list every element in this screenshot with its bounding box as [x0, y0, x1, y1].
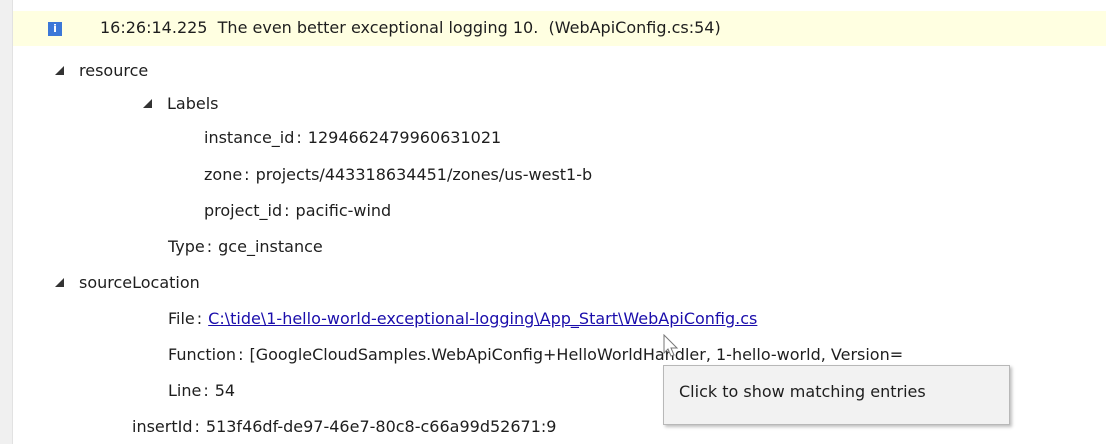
tree-node-sourcelocation[interactable]: sourceLocation: [55, 272, 200, 294]
field-value[interactable]: 1294662479960631021: [308, 128, 501, 147]
log-source: (WebApiConfig.cs:54): [548, 18, 721, 37]
tree-node-labels[interactable]: Labels: [143, 93, 219, 115]
field-key: Type: [168, 237, 205, 256]
field-file: File: C:\tide\1-hello-world-exceptional-l…: [168, 309, 758, 328]
field-project-id: project_id: pacific-wind: [204, 201, 392, 220]
tree-label-labels: Labels: [167, 94, 219, 113]
field-key: Function: [168, 345, 237, 364]
field-line: Line:54: [168, 381, 236, 400]
field-value[interactable]: 513f46df-de97-46e7-80c8-c66a99d52671:9: [206, 417, 557, 436]
tree-label-resource: resource: [79, 61, 149, 80]
field-key: instance_id: [204, 128, 295, 147]
collapse-triangle-icon[interactable]: [55, 66, 65, 76]
field-key: File: [168, 309, 195, 328]
mouse-pointer-icon: [663, 334, 679, 357]
tooltip-text: Click to show matching entries: [679, 382, 926, 401]
log-entry-header[interactable]: i 16:26:14.225 The even better exception…: [13, 11, 1106, 46]
field-value[interactable]: [GoogleCloudSamples.WebApiConfig+HelloWo…: [249, 345, 903, 364]
tree-label-sourcelocation: sourceLocation: [79, 273, 200, 292]
tree-node-resource[interactable]: resource: [55, 60, 148, 82]
field-function: Function: [GoogleCloudSamples.WebApiConfi…: [168, 345, 904, 364]
tooltip: Click to show matching entries: [663, 365, 1010, 425]
field-value[interactable]: 54: [215, 381, 235, 400]
file-link[interactable]: C:\tide\1-hello-world-exceptional-loggin…: [208, 309, 757, 328]
field-value[interactable]: pacific-wind: [296, 201, 392, 220]
collapse-triangle-icon[interactable]: [143, 99, 153, 109]
log-message: The even better exceptional logging 10.: [217, 18, 539, 37]
info-icon: i: [48, 22, 62, 36]
collapse-triangle-icon[interactable]: [55, 278, 65, 288]
field-key: Line: [168, 381, 202, 400]
log-entry-summary: 16:26:14.225 The even better exceptional…: [100, 18, 721, 37]
field-key: insertId: [132, 417, 193, 436]
field-type: Type: gce_instance: [168, 237, 323, 256]
field-zone: zone: projects/443318634451/zones/us-west…: [204, 165, 593, 184]
field-value[interactable]: gce_instance: [218, 237, 323, 256]
field-key: project_id: [204, 201, 283, 220]
log-entry-panel: i 16:26:14.225 The even better exception…: [12, 0, 1106, 444]
field-value[interactable]: projects/443318634451/zones/us-west1-b: [256, 165, 593, 184]
field-instance-id: instance_id:1294662479960631021: [204, 128, 502, 147]
field-key: zone: [204, 165, 243, 184]
field-insert-id: insertId:513f46df-de97-46e7-80c8-c66a99d…: [132, 417, 557, 436]
log-timestamp: 16:26:14.225: [100, 18, 208, 37]
